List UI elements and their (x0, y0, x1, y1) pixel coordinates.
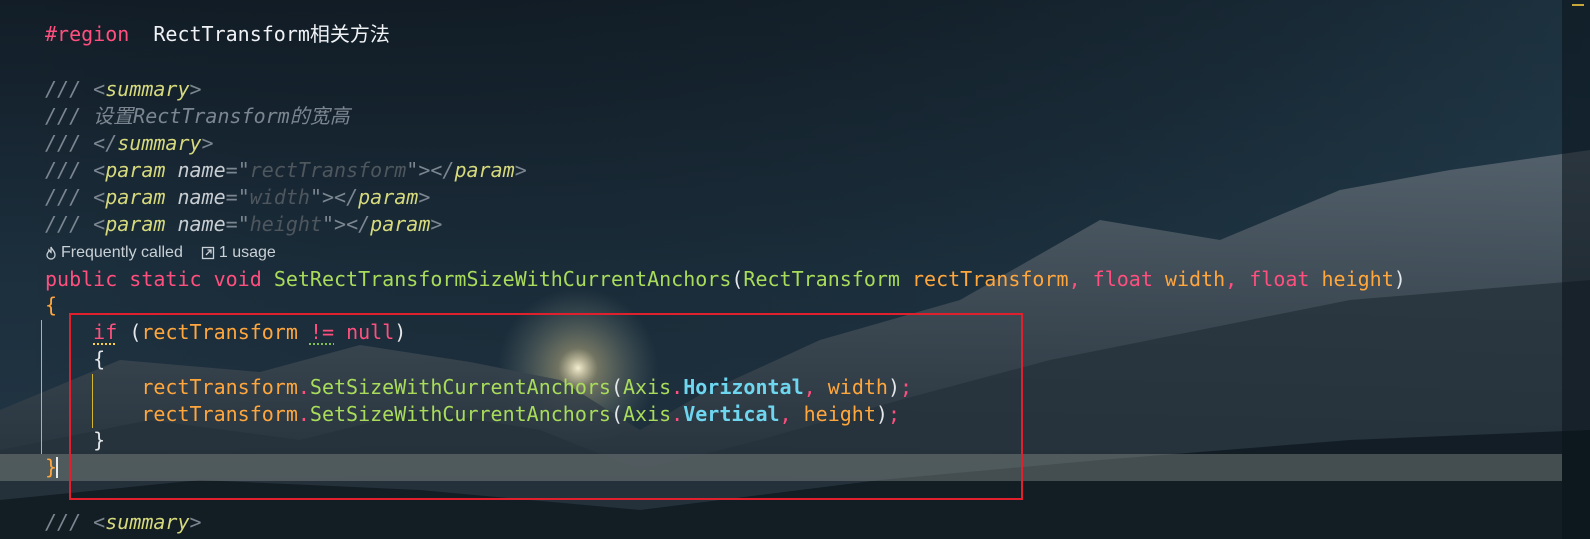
frequently-called-hint[interactable]: Frequently called (45, 241, 183, 265)
doc-summary-text: 设置RectTransform的宽高 (93, 104, 350, 128)
scrollbar-marker (1572, 4, 1584, 6)
method-name[interactable]: SetRectTransformSizeWithCurrentAnchors (274, 267, 732, 291)
frequently-called-label: Frequently called (61, 244, 183, 261)
usage-hint[interactable]: 1 usage (201, 241, 276, 265)
text-caret (56, 457, 58, 478)
region-directive: #region (45, 22, 130, 46)
param-name: width (1164, 267, 1226, 291)
indent-guide (41, 320, 42, 454)
vertical-scrollbar[interactable] (1562, 0, 1590, 539)
region-name: RectTransform相关方法 (153, 22, 390, 46)
doc-param-name: height (249, 212, 322, 236)
doc-param-name: rectTransform (249, 158, 407, 182)
doc-summary-text-line[interactable]: /// 设置RectTransform的宽高 (0, 103, 350, 130)
method-open-brace-line[interactable]: { (0, 292, 57, 319)
param-type: float (1092, 267, 1153, 291)
keyword-public: public (45, 267, 118, 291)
param-type: float (1249, 267, 1310, 291)
keyword-void: void (213, 267, 262, 291)
doc-summary-open-line[interactable]: /// <summary> (0, 76, 202, 103)
method-signature-line[interactable]: public static void SetRectTransformSizeW… (0, 266, 1406, 293)
param-type[interactable]: RectTransform (743, 267, 900, 291)
doc-param-line[interactable]: /// <param name="width"></param> (0, 184, 430, 211)
param-name: rectTransform (912, 267, 1069, 291)
doc-summary-close-line[interactable]: /// </summary> (0, 130, 214, 157)
external-link-icon (201, 246, 214, 260)
method-close-brace-line[interactable]: } (0, 454, 57, 481)
annotation-highlight-box (69, 313, 1023, 500)
flame-icon (46, 246, 56, 260)
usage-label: 1 usage (218, 244, 276, 261)
next-doc-summary-line[interactable]: /// <summary> (0, 509, 202, 536)
doc-param-name: width (249, 185, 310, 209)
keyword-static: static (129, 267, 202, 291)
code-vision-hints: Frequently called 1 usage (45, 241, 294, 265)
param-name: height (1321, 267, 1394, 291)
region-line[interactable]: #region RectTransform相关方法 (0, 21, 390, 48)
doc-param-line[interactable]: /// <param name="rectTransform"></param> (0, 157, 527, 184)
code-editor[interactable]: #region RectTransform相关方法 /// <summary> … (0, 0, 1562, 539)
doc-param-line[interactable]: /// <param name="height"></param> (0, 211, 442, 238)
